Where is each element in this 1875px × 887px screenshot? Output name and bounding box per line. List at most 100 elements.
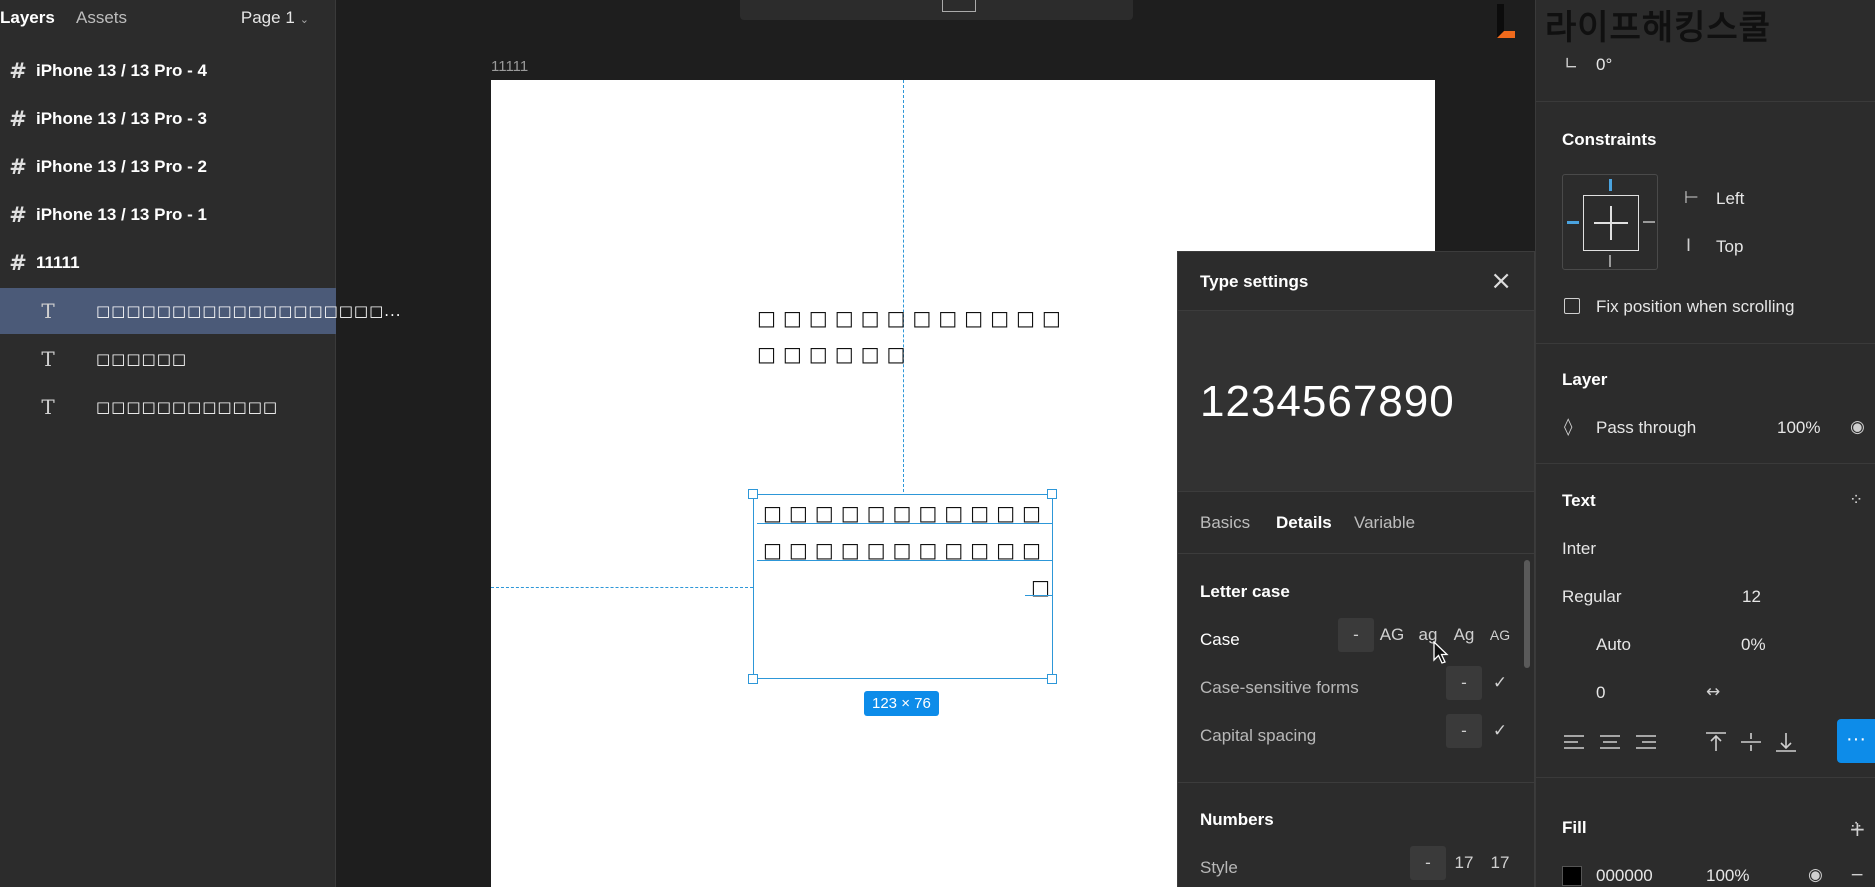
layer-item-label: □□□□□□□□□□□□□□□□□□□...: [96, 302, 402, 320]
layer-item-label: □□□□□□: [96, 350, 188, 368]
selected-text-line: □□□□□□□□□□□: [763, 501, 1048, 525]
layer-section: Layer ◊ Pass through 100% ◉: [1536, 344, 1875, 464]
resize-handle-top-left[interactable]: [748, 489, 758, 499]
number-style-lining[interactable]: 17: [1446, 853, 1482, 873]
constraint-bottom-marker[interactable]: [1609, 255, 1611, 267]
font-weight-select[interactable]: Regular: [1562, 587, 1622, 607]
tab-variable[interactable]: Variable: [1354, 513, 1415, 533]
fill-hex-input[interactable]: 000000: [1596, 866, 1653, 886]
text-baseline: [1025, 595, 1053, 596]
rotation-value[interactable]: 0°: [1596, 55, 1612, 75]
number-style-oldstyle[interactable]: 17: [1482, 853, 1518, 873]
layer-item-label: iPhone 13 / 13 Pro - 3: [36, 109, 208, 128]
check-icon[interactable]: ✓: [1482, 721, 1518, 741]
align-top-icon[interactable]: [1706, 732, 1726, 752]
frame-icon: #: [9, 251, 27, 275]
blend-mode-select[interactable]: Pass through: [1596, 418, 1696, 438]
align-middle-icon[interactable]: [1741, 732, 1761, 752]
text-layer-line[interactable]: □□□□□□: [757, 342, 912, 366]
horizontal-constraint-select[interactable]: Left: [1716, 189, 1744, 209]
align-center-icon[interactable]: [1600, 734, 1620, 750]
type-settings-popup: Type settings × 1234567890 Basics Detail…: [1177, 251, 1535, 887]
toggle-off-option[interactable]: -: [1446, 714, 1482, 748]
layer-item-frame[interactable]: # iPhone 13 / 13 Pro - 3: [0, 96, 336, 142]
layer-item-frame[interactable]: # iPhone 13 / 13 Pro - 1: [0, 192, 336, 238]
toggle-off-option[interactable]: -: [1446, 666, 1482, 700]
constraint-left-marker[interactable]: [1567, 221, 1579, 224]
resize-handle-bottom-left[interactable]: [748, 674, 758, 684]
frame-icon: #: [9, 155, 27, 179]
auto-width-icon[interactable]: ↔: [1706, 682, 1720, 702]
toolbar-input-box[interactable]: [942, 0, 976, 12]
close-icon[interactable]: ×: [1490, 268, 1512, 294]
layer-item-label: iPhone 13 / 13 Pro - 1: [36, 205, 208, 224]
text-layer-line[interactable]: □□□□□□□□□□□□: [757, 306, 1068, 330]
constraints-section: Constraints ⊢ Left I Top Fix position wh…: [1536, 102, 1875, 344]
letter-spacing-input[interactable]: 0%: [1741, 635, 1766, 655]
check-icon[interactable]: ✓: [1482, 673, 1518, 693]
layer-item-text-selected[interactable]: T □□□□□□□□□□□□□□□□□□□...: [0, 288, 401, 334]
layers-panel-header: Layers Assets Page 1 ⌄: [0, 0, 335, 34]
constraints-inner-box: [1583, 195, 1639, 251]
fill-title: Fill: [1562, 818, 1587, 837]
layer-opacity-input[interactable]: 100%: [1777, 418, 1820, 438]
case-option-title[interactable]: Ag: [1446, 625, 1482, 645]
resize-handle-bottom-right[interactable]: [1047, 674, 1057, 684]
font-size-input[interactable]: 12: [1742, 587, 1761, 607]
layer-item-frame[interactable]: # 11111: [0, 240, 336, 286]
letter-case-title: Letter case: [1200, 582, 1290, 601]
selected-text-line: □□□□□□□□□□□: [763, 538, 1048, 562]
scrollbar[interactable]: [1524, 560, 1530, 668]
divider: [1178, 782, 1534, 783]
type-preview: 1234567890: [1178, 310, 1534, 492]
fill-color-swatch[interactable]: [1562, 866, 1582, 886]
text-layer-icon: T: [41, 347, 55, 371]
type-settings-tabs: Basics Details Variable: [1178, 492, 1534, 554]
text-baseline: [757, 560, 1053, 561]
case-sensitive-forms-label: Case-sensitive forms: [1200, 678, 1359, 697]
blend-mode-icon: ◊: [1564, 417, 1573, 437]
constraints-widget[interactable]: [1562, 174, 1658, 270]
eye-icon[interactable]: ◉: [1850, 417, 1865, 437]
align-bottom-icon[interactable]: [1776, 732, 1796, 752]
layer-item-label: iPhone 13 / 13 Pro - 4: [36, 61, 208, 80]
layer-item-label: □□□□□□□□□□□□: [96, 398, 279, 416]
page-selector-label: Page 1: [240, 8, 295, 27]
case-option-small-caps[interactable]: AG: [1482, 627, 1518, 643]
resize-handle-top-right[interactable]: [1047, 489, 1057, 499]
layer-item-frame[interactable]: # iPhone 13 / 13 Pro - 4: [0, 48, 336, 94]
tab-basics[interactable]: Basics: [1200, 513, 1250, 533]
layer-item-frame[interactable]: # iPhone 13 / 13 Pro - 2: [0, 144, 336, 190]
align-right-icon[interactable]: [1636, 734, 1656, 750]
number-style-none[interactable]: -: [1410, 846, 1446, 880]
line-height-input[interactable]: Auto: [1596, 635, 1631, 655]
fill-opacity-input[interactable]: 100%: [1706, 866, 1749, 886]
constraint-right-marker[interactable]: [1643, 221, 1655, 223]
font-family-select[interactable]: Inter: [1562, 539, 1596, 559]
case-option-none[interactable]: -: [1338, 618, 1374, 652]
constraint-top-marker[interactable]: [1609, 179, 1612, 191]
number-style-label: Style: [1200, 858, 1238, 877]
fix-position-checkbox[interactable]: [1564, 298, 1580, 314]
tab-layers[interactable]: Layers: [0, 8, 55, 28]
text-layer-icon: T: [41, 299, 55, 323]
layer-item-text[interactable]: T □□□□□□□□□□□□: [0, 384, 336, 430]
frame-label[interactable]: 11111: [491, 58, 528, 75]
more-type-settings-button[interactable]: ···: [1837, 719, 1875, 763]
add-fill-icon[interactable]: +: [1849, 817, 1866, 841]
text-styles-grid-icon[interactable]: ⁘: [1849, 490, 1863, 510]
paragraph-spacing-input[interactable]: 0: [1596, 683, 1605, 703]
case-sensitive-toggle: - ✓: [1446, 666, 1518, 700]
eye-icon[interactable]: ◉: [1808, 865, 1823, 885]
tab-assets[interactable]: Assets: [76, 8, 127, 28]
page-selector[interactable]: Page 1 ⌄: [241, 8, 309, 28]
remove-fill-icon[interactable]: −: [1850, 865, 1864, 885]
layer-title: Layer: [1562, 370, 1608, 389]
vertical-constraint-select[interactable]: Top: [1716, 237, 1743, 257]
constraints-title: Constraints: [1562, 130, 1657, 149]
brand-logo-text: 라이프해킹스쿨: [1545, 8, 1771, 48]
tab-details[interactable]: Details: [1276, 513, 1332, 533]
align-left-icon[interactable]: [1564, 734, 1584, 750]
layer-item-text[interactable]: T □□□□□□: [0, 336, 336, 382]
case-option-upper[interactable]: AG: [1374, 625, 1410, 645]
